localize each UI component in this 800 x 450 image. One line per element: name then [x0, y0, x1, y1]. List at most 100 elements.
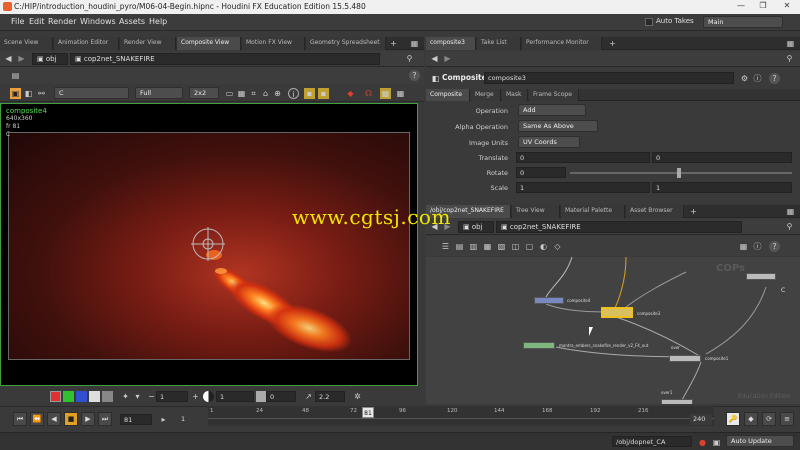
red-channel-icon[interactable] — [50, 391, 61, 402]
gain-field[interactable]: 1 — [156, 391, 188, 402]
back-arrow-icon[interactable]: ◀ — [3, 53, 14, 64]
link-icon[interactable]: ⚯ — [36, 88, 47, 99]
menu-file[interactable]: File — [11, 17, 24, 26]
scale-select[interactable]: 2x2 — [189, 87, 219, 99]
help-icon[interactable]: ? — [409, 70, 420, 81]
overlay-icon[interactable]: ▪ — [318, 88, 329, 99]
tab-param-frame-scope[interactable]: Frame Scope — [529, 89, 579, 101]
menu-windows[interactable]: Windows — [80, 17, 116, 26]
crop-icon[interactable]: ⌗ — [248, 88, 259, 99]
step-forward-icon[interactable]: ▸ — [158, 414, 169, 425]
menu-help[interactable]: Help — [149, 17, 167, 26]
lut-icon[interactable]: ▾ — [132, 391, 143, 402]
minimize-button[interactable]: — — [735, 1, 747, 12]
stop-button[interactable]: ■ — [64, 412, 78, 426]
network-box-icon[interactable]: ▢ — [524, 241, 535, 252]
playhead-marker[interactable]: 81 — [362, 407, 374, 418]
quick-mode-icon[interactable]: ▦ — [380, 88, 391, 99]
network-pin-icon[interactable]: ⚲ — [784, 221, 795, 232]
settings-icon[interactable]: ✲ — [352, 391, 363, 402]
tab-tree-view[interactable]: Tree View — [512, 205, 560, 218]
jump-start-button[interactable]: ⏮ — [13, 412, 27, 426]
menu-assets[interactable]: Assets — [119, 17, 145, 26]
brightness-field[interactable]: 1 — [216, 391, 254, 402]
tab-animation-editor[interactable]: Animation Editor — [54, 37, 119, 50]
network-path-root[interactable]: ▣ obj — [458, 221, 494, 233]
right-pane-menu-icon[interactable]: ▦ — [785, 38, 796, 49]
node-mantra[interactable] — [523, 342, 555, 349]
network-path-network[interactable]: ▣ cop2net_SNAKEFIRE — [496, 221, 742, 233]
close-button[interactable]: ✕ — [781, 1, 793, 12]
pane-menu-icon[interactable]: ▦ — [409, 38, 420, 49]
tab-composite-view[interactable]: Composite View — [177, 37, 241, 50]
options-icon[interactable]: ▤ — [10, 70, 21, 81]
shape-palette-icon[interactable]: ◇ — [552, 241, 563, 252]
display-mode-icon[interactable]: ▣ — [10, 88, 21, 99]
tab-composite3[interactable]: composite3 — [426, 37, 476, 50]
view-layout-icon[interactable]: ▦ — [395, 88, 406, 99]
operation-select[interactable]: Add — [518, 104, 586, 116]
current-frame-field[interactable]: 81 — [120, 414, 152, 425]
play-reverse-button[interactable]: ◀ — [47, 412, 61, 426]
plus-icon[interactable]: + — [190, 391, 201, 402]
resolution-select[interactable]: Full — [135, 87, 183, 99]
luminance-icon[interactable] — [102, 391, 113, 402]
rotate-slider-track[interactable] — [570, 172, 792, 174]
step-back-button[interactable]: ⏪ — [30, 412, 44, 426]
grid-icon[interactable]: ▦ — [236, 88, 247, 99]
node-composite1[interactable] — [669, 355, 701, 362]
menu-render[interactable]: Render — [48, 17, 76, 26]
frame-icon[interactable]: ▭ — [224, 88, 235, 99]
tab-motion-fx-view[interactable]: Motion FX View — [242, 37, 305, 50]
status-path-field[interactable]: /obj/dopnet_CA — [612, 436, 692, 447]
scale-x-field[interactable]: 1 — [516, 182, 650, 193]
range-end-field[interactable]: 240 — [690, 414, 712, 425]
network-editor[interactable]: COPs composite4 composite3 mantra_embers… — [426, 257, 800, 404]
columns-icon[interactable]: ▥ — [468, 241, 479, 252]
back-arrow-right-icon[interactable]: ◀ — [429, 53, 440, 64]
sticky-icon[interactable]: ◫ — [510, 241, 521, 252]
tab-asset-browser[interactable]: Asset Browser — [626, 205, 684, 218]
add-tab-right-icon[interactable]: + — [607, 38, 618, 49]
tab-param-mask[interactable]: Mask — [502, 89, 528, 101]
step-field[interactable]: 1 — [178, 414, 204, 425]
tab-geometry-spreadsheet[interactable]: Geometry Spreadsheet — [306, 37, 386, 50]
help-params-icon[interactable]: ? — [769, 73, 780, 84]
tab-param-merge[interactable]: Merge — [471, 89, 501, 101]
gamma-field[interactable]: 2.2 — [315, 391, 345, 402]
desktop-select[interactable]: Main — [703, 16, 783, 28]
path-root[interactable]: ▣ obj — [32, 53, 68, 65]
maximize-button[interactable]: ❐ — [757, 1, 769, 12]
blue-channel-icon[interactable] — [76, 391, 87, 402]
composite-viewer[interactable]: composite4 640x360 fr 81 C — [0, 103, 418, 386]
scale-y-field[interactable]: 1 — [652, 182, 792, 193]
image-units-select[interactable]: UV Coords — [518, 136, 580, 148]
layout-icon[interactable]: ▧ — [496, 241, 507, 252]
menu-edit[interactable]: Edit — [29, 17, 45, 26]
info-params-icon[interactable]: ⓘ — [752, 73, 763, 84]
alpha-channel-icon[interactable] — [89, 391, 100, 402]
snapshot-icon[interactable]: ◧ — [23, 88, 34, 99]
tab-param-composite[interactable]: Composite — [426, 89, 470, 101]
rotate-field[interactable]: 0 — [516, 167, 566, 178]
network-info-icon[interactable]: ⓘ — [752, 241, 763, 252]
tile-view-icon[interactable]: ▤ — [454, 241, 465, 252]
zoom-icon[interactable]: ⊕ — [272, 88, 283, 99]
tab-performance-monitor[interactable]: Performance Monitor — [522, 37, 602, 50]
right-pin-icon[interactable]: ⚲ — [784, 53, 795, 64]
transform-handle-icon[interactable] — [191, 227, 225, 261]
node-composite3[interactable] — [601, 307, 633, 318]
add-tab-icon[interactable]: + — [388, 38, 399, 49]
tab-material-palette[interactable]: Material Palette — [561, 205, 625, 218]
network-view-icon[interactable]: ▦ — [738, 241, 749, 252]
forward-arrow-icon[interactable]: ▶ — [16, 53, 27, 64]
gear-icon[interactable]: ⚙ — [739, 73, 750, 84]
headphones-icon[interactable]: ☊ — [363, 88, 374, 99]
play-button[interactable]: ▶ — [81, 412, 95, 426]
auto-update-select[interactable]: Auto Update — [726, 435, 794, 447]
guides-icon[interactable]: ▪ — [304, 88, 315, 99]
node-over1[interactable] — [661, 399, 693, 404]
exposure-icon[interactable]: ✦ — [120, 391, 131, 402]
auto-takes-checkbox[interactable] — [645, 18, 653, 26]
tab-scene-view[interactable]: Scene View — [0, 37, 53, 50]
